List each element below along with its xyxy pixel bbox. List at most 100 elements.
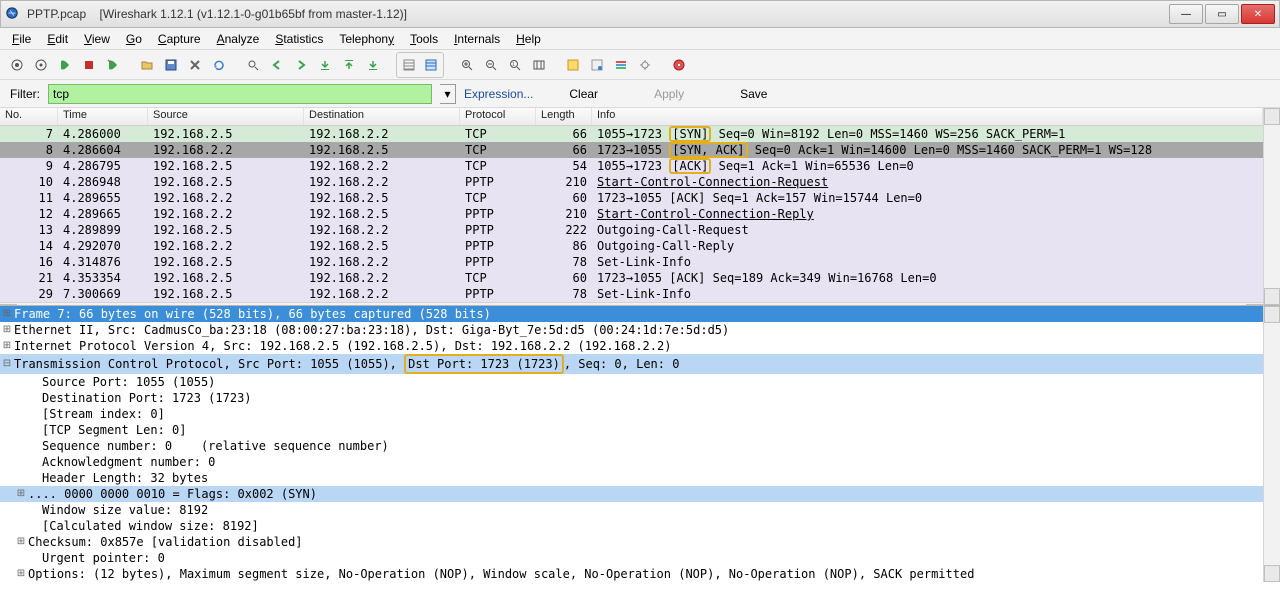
scroll-up-button[interactable] (1264, 306, 1280, 323)
save-link[interactable]: Save (740, 87, 767, 101)
first-packet-button[interactable] (338, 54, 360, 76)
restart-capture-button[interactable] (102, 54, 124, 76)
scroll-up-button[interactable] (1264, 108, 1280, 125)
zoom-in-button[interactable] (456, 54, 478, 76)
col-length[interactable]: Length (536, 108, 592, 125)
menu-edit[interactable]: Edit (41, 30, 74, 48)
options-button[interactable] (30, 54, 52, 76)
detail-line[interactable]: ⊞Frame 7: 66 bytes on wire (528 bits), 6… (0, 306, 1263, 322)
apply-link[interactable]: Apply (654, 87, 684, 101)
detail-line[interactable]: Header Length: 32 bytes (0, 470, 1263, 486)
packet-row[interactable]: 94.286795192.168.2.5192.168.2.2TCP541055… (0, 158, 1263, 174)
coloring-rules-button[interactable] (610, 54, 632, 76)
packet-row[interactable]: 74.286000192.168.2.5192.168.2.2TCP661055… (0, 126, 1263, 142)
go-back-button[interactable] (266, 54, 288, 76)
start-capture-button[interactable] (54, 54, 76, 76)
reload-button[interactable] (208, 54, 230, 76)
detail-line[interactable]: ⊞.... 0000 0000 0010 = Flags: 0x002 (SYN… (0, 486, 1263, 502)
detail-line[interactable]: Destination Port: 1723 (1723) (0, 390, 1263, 406)
menu-file[interactable]: File (6, 30, 37, 48)
detail-line[interactable]: Urgent pointer: 0 (0, 550, 1263, 566)
packet-row[interactable]: 84.286604192.168.2.2192.168.2.5TCP661723… (0, 142, 1263, 158)
menu-view[interactable]: View (78, 30, 116, 48)
packet-row[interactable]: 104.286948192.168.2.5192.168.2.2PPTP210S… (0, 174, 1263, 190)
help-button[interactable] (668, 54, 690, 76)
detail-line[interactable]: [Calculated window size: 8192] (0, 518, 1263, 534)
detail-line[interactable]: Acknowledgment number: 0 (0, 454, 1263, 470)
resize-columns-button[interactable] (528, 54, 550, 76)
expand-icon[interactable]: ⊞ (14, 534, 28, 550)
display-filters-button[interactable] (586, 54, 608, 76)
details-vscroll[interactable] (1263, 306, 1280, 582)
maximize-button[interactable]: ▭ (1205, 4, 1239, 24)
packet-list-vscroll[interactable] (1263, 108, 1280, 305)
close-button[interactable]: ✕ (1241, 4, 1275, 24)
filter-dropdown-button[interactable]: ▾ (440, 84, 456, 104)
zoom-reset-button[interactable]: 1 (504, 54, 526, 76)
scroll-down-button[interactable] (1264, 288, 1280, 305)
menu-analyze[interactable]: Analyze (211, 30, 266, 48)
detail-line[interactable]: Source Port: 1055 (1055) (0, 374, 1263, 390)
detail-line[interactable]: [TCP Segment Len: 0] (0, 422, 1263, 438)
minimize-button[interactable]: — (1169, 4, 1203, 24)
expand-icon[interactable]: ⊞ (0, 306, 14, 322)
detail-line[interactable]: [Stream index: 0] (0, 406, 1263, 422)
menu-go[interactable]: Go (120, 30, 148, 48)
expression-link[interactable]: Expression... (464, 87, 533, 101)
detail-line[interactable]: ⊞Options: (12 bytes), Maximum segment si… (0, 566, 1263, 582)
detail-line[interactable]: Sequence number: 0 (relative sequence nu… (0, 438, 1263, 454)
go-to-packet-button[interactable] (314, 54, 336, 76)
clear-link[interactable]: Clear (569, 87, 598, 101)
expand-icon[interactable]: ⊞ (14, 566, 28, 582)
detail-line[interactable]: Window size value: 8192 (0, 502, 1263, 518)
details-body[interactable]: ⊞Frame 7: 66 bytes on wire (528 bits), 6… (0, 306, 1263, 582)
scroll-track[interactable] (17, 304, 1246, 306)
detail-line[interactable]: ⊞Ethernet II, Src: CadmusCo_ba:23:18 (08… (0, 322, 1263, 338)
detail-line[interactable]: ⊟Transmission Control Protocol, Src Port… (0, 354, 1263, 374)
info-link[interactable]: Start-Control-Connection-Request (597, 175, 828, 189)
menu-capture[interactable]: Capture (152, 30, 207, 48)
packet-row[interactable]: 144.292070192.168.2.2192.168.2.5PPTP86Ou… (0, 238, 1263, 254)
scroll-right-button[interactable] (1246, 304, 1263, 306)
go-forward-button[interactable] (290, 54, 312, 76)
scroll-left-button[interactable] (0, 304, 17, 306)
detail-line[interactable]: ⊞Internet Protocol Version 4, Src: 192.1… (0, 338, 1263, 354)
expand-icon[interactable]: ⊞ (14, 486, 28, 502)
menu-statistics[interactable]: Statistics (269, 30, 329, 48)
packet-row[interactable]: 297.300669192.168.2.5192.168.2.2PPTP78Se… (0, 286, 1263, 302)
scroll-down-button[interactable] (1264, 565, 1280, 582)
auto-scroll-button[interactable] (420, 54, 442, 76)
stop-capture-button[interactable] (78, 54, 100, 76)
interfaces-button[interactable] (6, 54, 28, 76)
open-file-button[interactable] (136, 54, 158, 76)
preferences-button[interactable] (634, 54, 656, 76)
packet-row[interactable]: 164.314876192.168.2.5192.168.2.2PPTP78Se… (0, 254, 1263, 270)
scroll-vtrack[interactable] (1264, 323, 1280, 565)
menu-tools[interactable]: Tools (404, 30, 444, 48)
info-link[interactable]: Start-Control-Connection-Reply (597, 207, 814, 221)
expand-icon[interactable]: ⊞ (0, 338, 14, 354)
col-destination[interactable]: Destination (304, 108, 460, 125)
packet-list-rows[interactable]: 74.286000192.168.2.5192.168.2.2TCP661055… (0, 126, 1263, 302)
col-no[interactable]: No. (0, 108, 58, 125)
last-packet-button[interactable] (362, 54, 384, 76)
scroll-vtrack[interactable] (1264, 125, 1280, 288)
expand-icon[interactable]: ⊞ (0, 322, 14, 338)
colorize-button[interactable] (398, 54, 420, 76)
detail-line[interactable]: ⊞Checksum: 0x857e [validation disabled] (0, 534, 1263, 550)
capture-filters-button[interactable] (562, 54, 584, 76)
packet-row[interactable]: 134.289899192.168.2.5192.168.2.2PPTP222O… (0, 222, 1263, 238)
find-button[interactable] (242, 54, 264, 76)
menu-internals[interactable]: Internals (448, 30, 506, 48)
filter-input[interactable] (48, 84, 432, 104)
col-time[interactable]: Time (58, 108, 148, 125)
packet-list-hscroll[interactable] (0, 302, 1263, 305)
col-info[interactable]: Info (592, 108, 1263, 125)
col-protocol[interactable]: Protocol (460, 108, 536, 125)
packet-row[interactable]: 114.289655192.168.2.2192.168.2.5TCP60172… (0, 190, 1263, 206)
scroll-thumb[interactable] (17, 305, 632, 306)
close-file-button[interactable] (184, 54, 206, 76)
packet-row[interactable]: 214.353354192.168.2.5192.168.2.2TCP60172… (0, 270, 1263, 286)
col-source[interactable]: Source (148, 108, 304, 125)
menu-help[interactable]: Help (510, 30, 547, 48)
